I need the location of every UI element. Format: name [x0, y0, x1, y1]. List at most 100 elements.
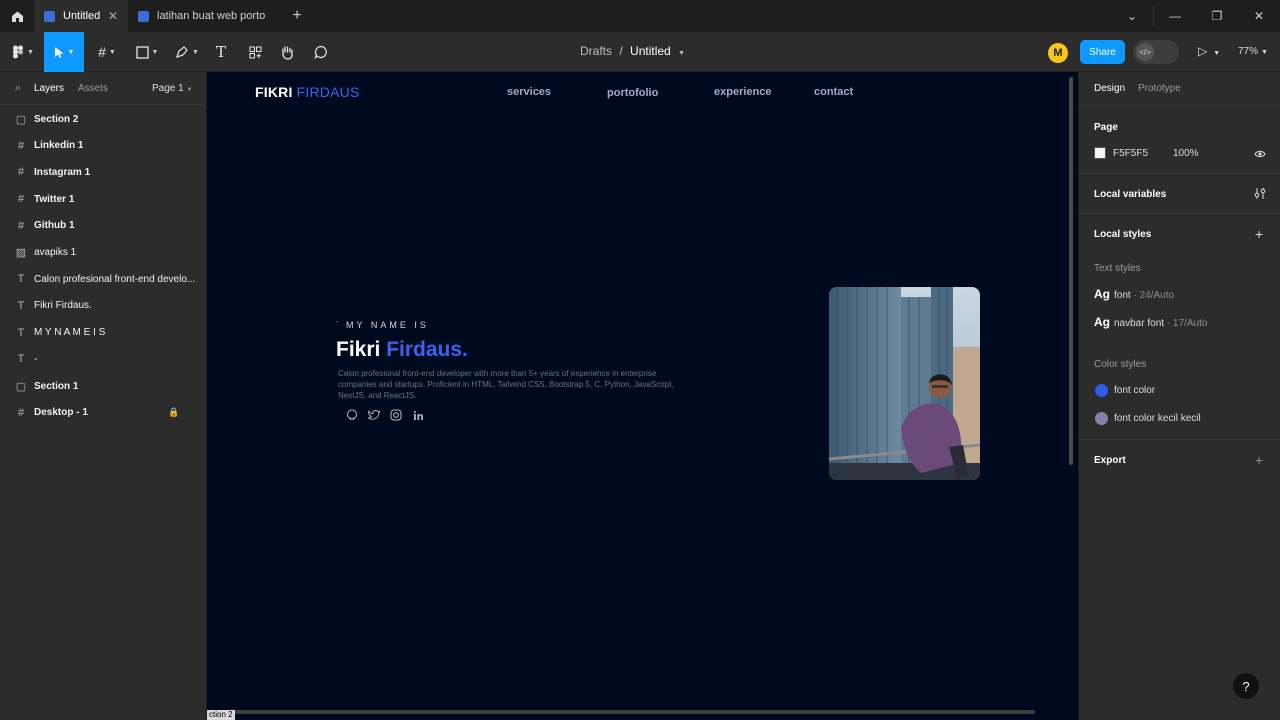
chevron-down-icon: ▼ — [27, 48, 34, 56]
move-tool-button[interactable]: ▼ — [44, 32, 84, 72]
tab-design[interactable]: Design — [1094, 83, 1125, 94]
frame-icon: # — [17, 139, 25, 152]
tab-latihan[interactable]: latihan buat web porto — [128, 0, 282, 32]
add-style-icon[interactable]: + — [1255, 226, 1263, 242]
github-icon[interactable] — [345, 408, 359, 422]
section-label[interactable]: ction 2 — [207, 710, 235, 720]
search-icon[interactable]: ⌕ — [15, 82, 21, 95]
variables-settings-icon[interactable] — [1254, 187, 1266, 205]
text-style-spec: · 24/Auto — [1130, 290, 1175, 301]
tabs-dropdown-icon[interactable]: ⌄ — [1111, 0, 1153, 32]
local-variables-title[interactable]: Local variables — [1094, 189, 1166, 200]
page-color-swatch[interactable] — [1094, 147, 1106, 159]
linkedin-icon[interactable] — [411, 408, 425, 422]
layer-item[interactable]: # Github 1 — [0, 213, 206, 239]
pen-tool-button[interactable]: ▼ — [172, 32, 202, 72]
avatar[interactable]: M — [1048, 43, 1068, 63]
layer-name: Calon profesional front-end develo... — [34, 273, 196, 285]
share-button[interactable]: Share — [1080, 40, 1125, 64]
tab-prototype[interactable]: Prototype — [1138, 83, 1181, 94]
breadcrumb-drafts[interactable]: Drafts — [580, 44, 612, 58]
layer-item[interactable]: ▢ Section 2 — [0, 106, 206, 132]
nav-contact[interactable]: contact — [814, 86, 853, 98]
layer-item[interactable]: T- — [0, 346, 206, 372]
lock-icon[interactable]: 🔒 — [168, 407, 179, 418]
layer-name: avapiks 1 — [34, 247, 77, 258]
layer-item[interactable]: # Instagram 1 — [0, 159, 206, 185]
tab-assets[interactable]: Assets — [78, 83, 108, 94]
design-panel: Design Prototype Page F5F5F5 100% Local … — [1078, 72, 1280, 720]
twitter-icon[interactable] — [367, 408, 381, 422]
layer-item[interactable]: T Fikri Firdaus. — [0, 293, 206, 319]
figma-file-icon — [44, 10, 55, 22]
tab-untitled[interactable]: Untitled ✕ — [34, 0, 128, 32]
help-button[interactable]: ? — [1233, 673, 1259, 699]
layer-item[interactable]: # Linkedin 1 — [0, 133, 206, 159]
social-links — [345, 408, 425, 422]
horizontal-scrollbar[interactable] — [227, 710, 1035, 714]
layer-name: - — [34, 353, 38, 365]
vertical-scrollbar[interactable] — [1069, 77, 1073, 465]
figma-logo-icon — [13, 45, 24, 59]
text-style-label: font — [1114, 290, 1131, 301]
minimize-icon[interactable]: — — [1154, 0, 1196, 32]
chevron-down-icon: ▼ — [1261, 49, 1268, 56]
figma-file-icon — [138, 10, 149, 22]
layer-item[interactable]: # Twitter 1 — [0, 186, 206, 212]
resources-button[interactable] — [244, 32, 266, 72]
layer-item[interactable]: ▢ Section 1 — [0, 373, 206, 399]
present-button[interactable]: ▷ ▼ — [1198, 44, 1220, 58]
play-icon: ▷ — [1198, 44, 1208, 58]
new-tab-button[interactable]: + — [282, 0, 312, 32]
file-name[interactable]: Untitled — [630, 44, 671, 58]
nav-services[interactable]: services — [507, 86, 551, 98]
comment-icon — [314, 45, 327, 59]
main-menu-button[interactable]: ▼ — [8, 32, 38, 72]
text-style-sample: Ag — [1094, 315, 1110, 329]
comment-tool-button[interactable] — [310, 32, 332, 72]
text-tool-icon: T — [215, 43, 226, 61]
home-button[interactable] — [0, 0, 34, 32]
page-selector[interactable]: Page 1 ▼ — [152, 83, 192, 94]
canvas[interactable]: FIKRI FIRDAUS services portofolio experi… — [207, 72, 1078, 720]
zoom-menu[interactable]: 77% ▼ — [1238, 46, 1268, 57]
dev-mode-toggle[interactable]: </> — [1133, 40, 1179, 64]
layer-item[interactable]: # Desktop - 1 🔒 — [0, 400, 206, 426]
export-title[interactable]: Export — [1094, 455, 1126, 466]
eye-icon[interactable] — [1254, 146, 1266, 164]
layer-item[interactable]: TM Y N A M E I S — [0, 320, 206, 346]
breadcrumb: Drafts / Untitled ▼ — [580, 44, 685, 58]
layer-name: Github 1 — [34, 220, 75, 232]
close-tab-icon[interactable]: ✕ — [108, 9, 118, 23]
frame-tool-button[interactable]: # ▼ — [92, 32, 122, 72]
chevron-down-icon: ▼ — [108, 48, 116, 56]
layer-name: Section 2 — [34, 113, 79, 125]
restore-icon[interactable]: ❐ — [1196, 0, 1238, 32]
text-style-name: navbar font · 17/Auto — [1114, 318, 1207, 329]
instagram-icon[interactable] — [389, 408, 403, 422]
layer-item[interactable]: ▨ avapiks 1 — [0, 240, 206, 266]
nav-experience[interactable]: experience — [714, 86, 771, 98]
text-styles-title: Text styles — [1094, 263, 1141, 274]
section-icon: ▢ — [15, 380, 27, 393]
shape-tool-button[interactable]: ▼ — [132, 32, 162, 72]
page-color-value[interactable]: F5F5F5 — [1113, 148, 1148, 159]
local-styles-section: Local styles + Text styles Ag font · 24/… — [1079, 213, 1280, 439]
text-style-label: navbar font — [1114, 318, 1165, 329]
site-logo[interactable]: FIKRI FIRDAUS — [255, 84, 360, 100]
close-window-icon[interactable]: ✕ — [1238, 0, 1280, 32]
add-export-icon[interactable]: + — [1255, 452, 1263, 468]
local-styles-title: Local styles — [1094, 229, 1152, 240]
zoom-level: 77% — [1238, 46, 1259, 57]
pen-icon — [176, 46, 188, 58]
image-icon: ▨ — [15, 247, 27, 259]
layer-name: M Y N A M E I S — [34, 327, 106, 339]
text-tool-button[interactable]: T — [210, 32, 232, 72]
page-opacity-value[interactable]: 100% — [1173, 148, 1199, 159]
profile-photo[interactable] — [829, 287, 980, 480]
nav-portofolio[interactable]: portofolio — [607, 87, 658, 99]
layer-item[interactable]: T Calon profesional front-end develo... — [0, 266, 206, 292]
hand-tool-button[interactable] — [276, 32, 298, 72]
tab-layers[interactable]: Layers — [34, 83, 64, 94]
chevron-down-icon[interactable]: ▼ — [678, 50, 685, 57]
